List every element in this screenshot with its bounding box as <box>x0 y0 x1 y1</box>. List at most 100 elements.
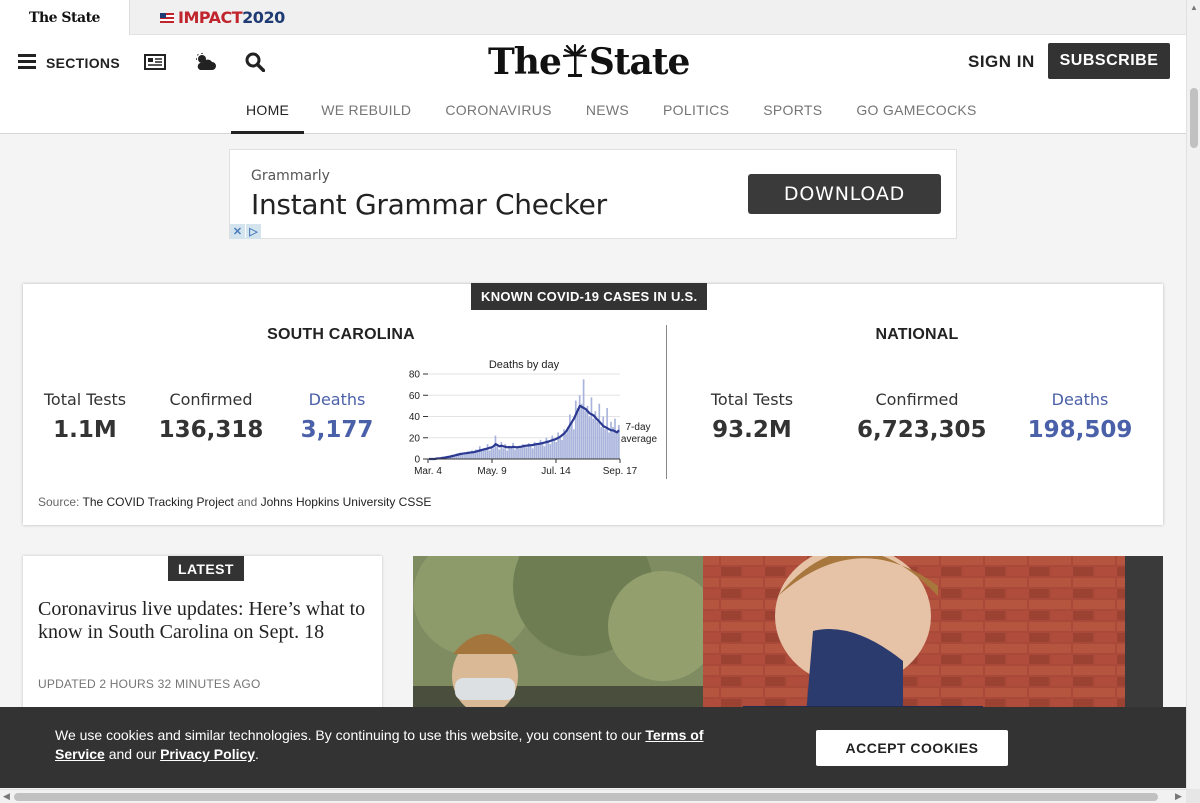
y-tick-label: 60 <box>409 391 421 402</box>
bar <box>586 405 589 459</box>
stat-label: Deaths <box>308 390 366 409</box>
menu-icon[interactable] <box>18 54 36 69</box>
bar <box>602 416 605 459</box>
stat-label: Total Tests <box>43 390 127 409</box>
scroll-up-arrow-icon[interactable]: ▲ <box>1190 3 1198 12</box>
nav-news[interactable]: NEWS <box>569 98 646 134</box>
annotation-line-2: average <box>621 434 658 445</box>
bar <box>596 421 599 459</box>
top-strip: The State IMPACT2020 <box>0 0 1186 35</box>
y-tick-label: 0 <box>414 455 420 466</box>
close-icon[interactable]: ✕ <box>230 224 245 239</box>
bar <box>606 408 608 459</box>
bar <box>520 446 522 459</box>
vertical-scrollbar[interactable]: ▲ <box>1186 0 1200 789</box>
scroll-left-arrow-icon[interactable]: ◀ <box>3 791 10 802</box>
flag-icon <box>160 12 174 23</box>
bar <box>569 414 571 459</box>
accept-cookies-button[interactable]: ACCEPT COOKIES <box>816 730 1008 766</box>
horizontal-scrollbar[interactable]: ◀ ▶ <box>0 789 1186 803</box>
bar <box>553 439 556 459</box>
cookie-text-2: and our <box>108 746 157 762</box>
bar <box>498 449 501 459</box>
national-deaths[interactable]: Deaths 198,509 <box>1020 390 1140 443</box>
adchoices-icon[interactable]: ▷ <box>246 224 261 239</box>
stat-value: 1.1M <box>53 417 117 443</box>
subscribe-button[interactable]: SUBSCRIBE <box>1048 43 1170 79</box>
bar <box>488 450 491 459</box>
chart-title: Deaths by day <box>489 359 560 371</box>
scroll-right-arrow-icon[interactable]: ▶ <box>1175 791 1182 802</box>
bar <box>524 445 526 459</box>
bar <box>576 408 579 459</box>
impact-word: IMPACT <box>178 8 243 27</box>
bar <box>590 397 593 459</box>
impact2020-tab[interactable]: IMPACT2020 <box>160 0 285 35</box>
ad-download-button[interactable]: DOWNLOAD <box>748 174 941 214</box>
sc-title: SOUTH CAROLINA <box>267 326 415 343</box>
bar <box>473 452 475 459</box>
bar <box>463 454 465 459</box>
bar <box>516 447 518 459</box>
site-tab-the-state[interactable]: The State <box>0 0 130 35</box>
bar <box>543 446 546 459</box>
nav-home[interactable]: HOME <box>231 98 305 134</box>
horizontal-scroll-thumb[interactable] <box>14 793 1158 801</box>
latest-headline[interactable]: Coronavirus live updates: Here’s what to… <box>38 598 368 644</box>
ad-choices[interactable]: ✕ ▷ <box>230 224 261 239</box>
y-tick-label: 80 <box>409 370 421 381</box>
sc-confirmed: Confirmed 136,318 <box>151 390 271 443</box>
logo-word-state: State <box>588 41 690 83</box>
bar <box>559 437 561 459</box>
sections-button[interactable]: SECTIONS <box>46 55 120 71</box>
bar <box>588 416 591 459</box>
e-edition-icon[interactable] <box>143 50 167 74</box>
deaths-by-day-chart: Deaths by day 0 20 40 60 80 Mar. 4 May. 9 Jul. 1… <box>398 356 670 482</box>
y-tick-label: 20 <box>409 433 421 444</box>
logo-word-the: The <box>488 41 562 83</box>
bar <box>506 450 509 459</box>
weather-icon[interactable] <box>193 50 217 74</box>
nav-politics[interactable]: POLITICS <box>646 98 746 134</box>
bar <box>582 379 585 459</box>
bar <box>547 440 550 459</box>
bar <box>555 442 558 459</box>
cookie-banner: We use cookies and similar technologies.… <box>0 707 1186 788</box>
nav-coronavirus[interactable]: CORONAVIRUS <box>428 98 569 134</box>
bar <box>580 403 583 459</box>
x-tick-label: Jul. 14 <box>541 466 571 477</box>
source-and: and <box>237 495 258 509</box>
bar <box>616 431 618 459</box>
sign-in-link[interactable]: SIGN IN <box>968 52 1035 72</box>
source-link-covid-tracking[interactable]: The COVID Tracking Project <box>82 495 233 509</box>
source-prefix: Source: <box>38 495 80 509</box>
nav-we-rebuild[interactable]: WE REBUILD <box>304 98 428 134</box>
search-icon[interactable] <box>243 50 267 74</box>
privacy-policy-link[interactable]: Privacy Policy <box>160 746 255 762</box>
bar <box>600 427 603 459</box>
grammarly-ad[interactable]: Grammarly Instant Grammar Checker DOWNLO… <box>229 149 957 239</box>
bar <box>612 427 614 459</box>
bar <box>469 453 471 459</box>
bar <box>510 448 512 459</box>
impact-year: 2020 <box>242 8 285 27</box>
bar <box>490 447 493 459</box>
latest-badge: LATEST <box>168 556 244 581</box>
main-nav: HOME WE REBUILD CORONAVIRUS NEWS POLITIC… <box>231 98 994 134</box>
stat-value: 93.2M <box>712 417 792 443</box>
site-header: SECTIONS The State SIGN IN SUBSCRIBE HOME… <box>0 35 1186 134</box>
bar <box>541 443 544 459</box>
source-link-jhu[interactable]: Johns Hopkins University CSSE <box>261 495 432 509</box>
source-line: Source: The COVID Tracking Project and J… <box>38 495 431 509</box>
bar <box>584 411 587 459</box>
the-state-logo[interactable]: The State <box>488 41 690 87</box>
cookie-text: We use cookies and similar technologies.… <box>55 726 705 764</box>
nav-sports[interactable]: SPORTS <box>746 98 839 134</box>
y-tick-label: 40 <box>409 412 421 423</box>
sc-deaths[interactable]: Deaths 3,177 <box>277 390 397 443</box>
latest-timestamp: UPDATED 2 HOURS 32 MINUTES AGO <box>38 677 261 691</box>
ad-brand: Grammarly <box>251 168 330 184</box>
vertical-scroll-thumb[interactable] <box>1190 88 1198 148</box>
nav-go-gamecocks[interactable]: GO GAMECOCKS <box>839 98 993 134</box>
bar <box>496 446 499 459</box>
